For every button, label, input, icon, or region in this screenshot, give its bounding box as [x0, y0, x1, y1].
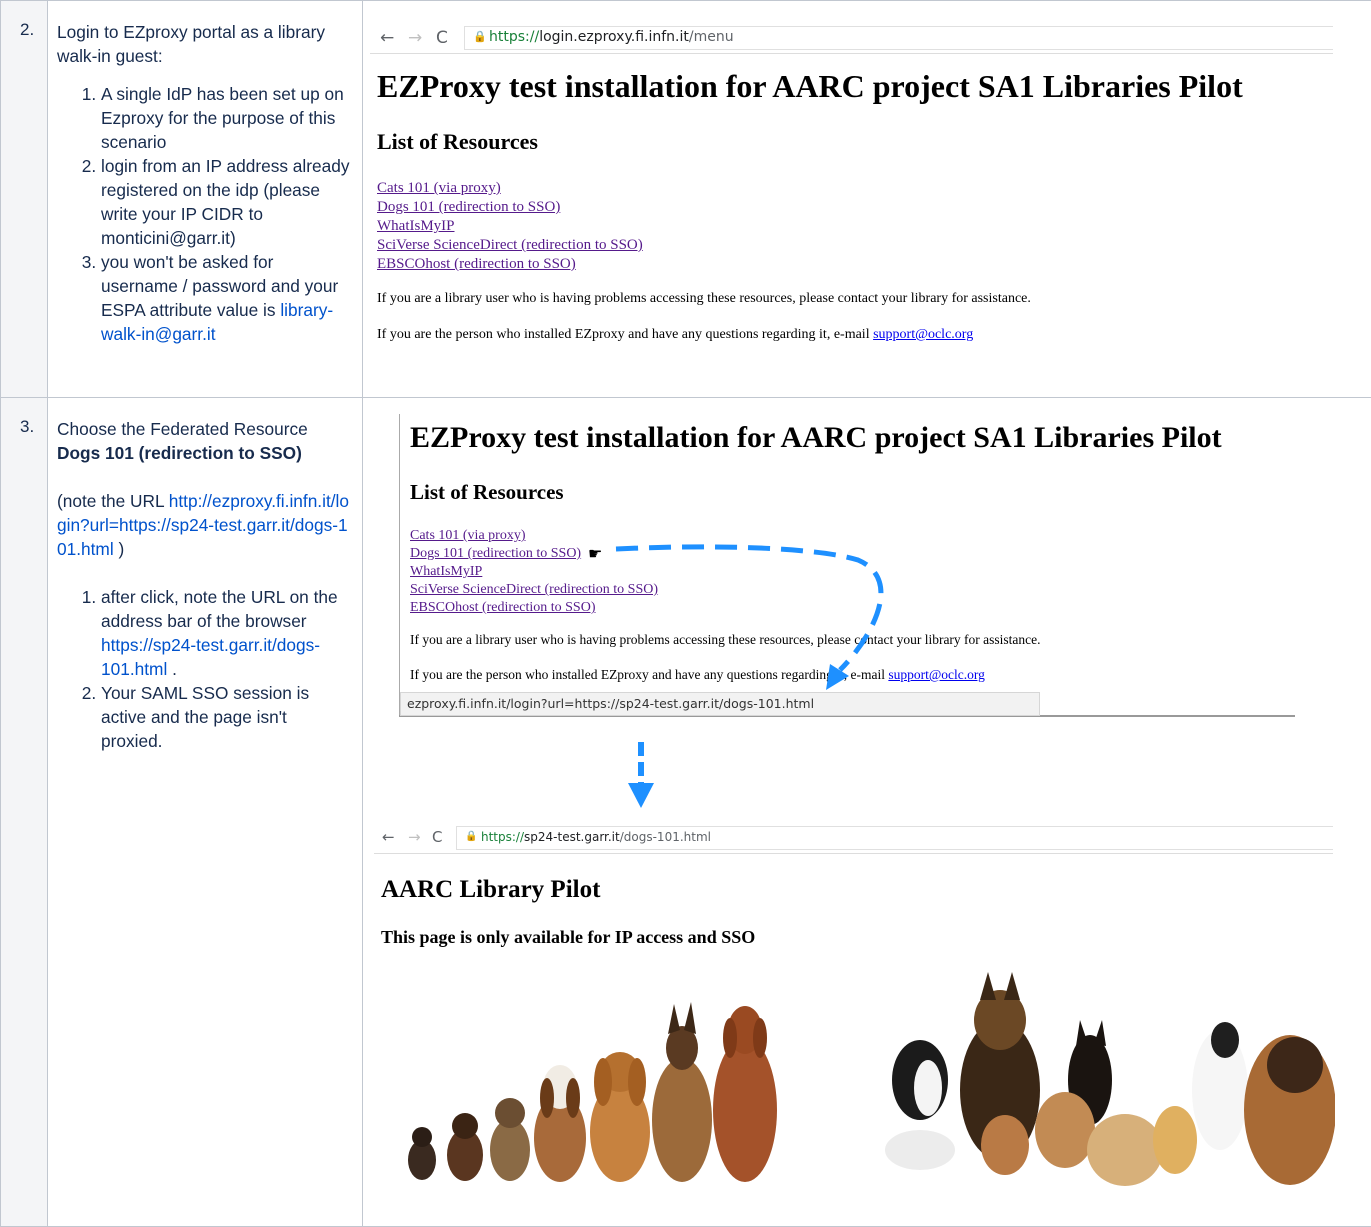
dog-group-right — [885, 972, 1335, 1186]
dashed-arrow-path — [616, 547, 881, 670]
dashed-arrow-head — [826, 664, 849, 690]
lock-icon: 🔒 — [465, 831, 477, 842]
page-subheading: This page is only available for IP acces… — [381, 927, 755, 948]
dog-row-left — [408, 1002, 777, 1182]
back-arrow-icon[interactable]: ← — [382, 828, 395, 846]
reload-icon[interactable]: C — [432, 828, 442, 846]
url-text: https://sp24-test.garr.it/dogs-101.html — [481, 830, 711, 844]
browser-address-bar: ← → C 🔒 https://sp24-test.garr.it/dogs-1… — [374, 822, 1333, 854]
dogs-photo — [400, 970, 1335, 1195]
url-field[interactable]: 🔒 https://sp24-test.garr.it/dogs-101.htm… — [456, 826, 1333, 850]
page-heading: AARC Library Pilot — [381, 876, 600, 904]
down-arrow-head — [628, 783, 654, 808]
forward-arrow-icon[interactable]: → — [408, 828, 421, 846]
